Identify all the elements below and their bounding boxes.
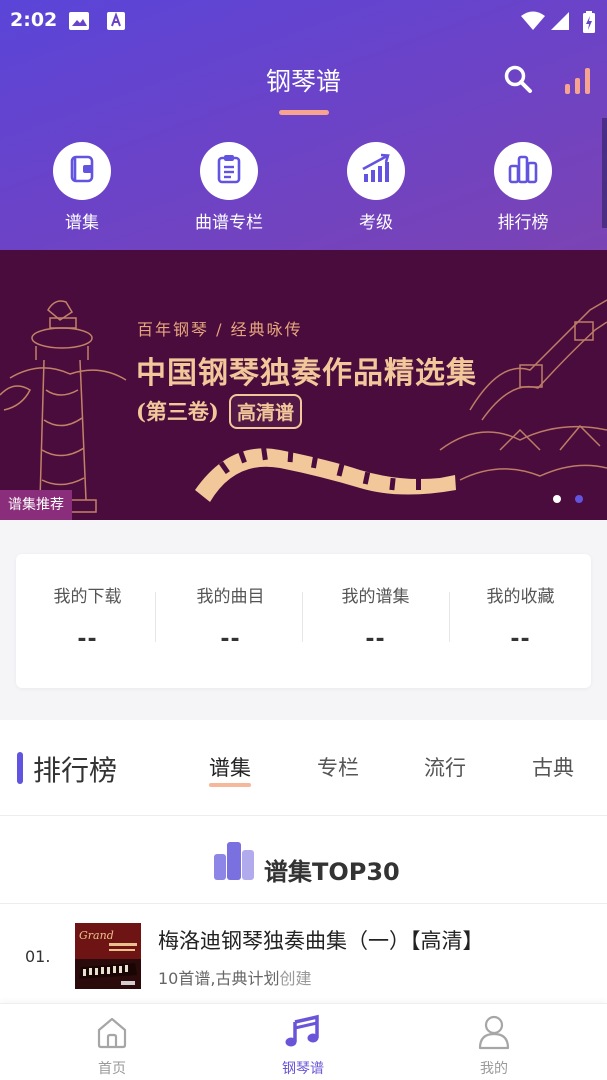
svg-text:Grand: Grand	[79, 929, 114, 942]
home-icon	[92, 1012, 132, 1052]
stat-downloads[interactable]: 我的下载 --	[16, 554, 159, 688]
stat-label: 我的下载	[53, 587, 122, 607]
battery-icon	[582, 11, 596, 37]
notebook-icon	[66, 153, 98, 189]
collection-meta-text: 10首谱,古典计划	[158, 969, 280, 988]
font-notification-icon	[106, 11, 126, 35]
quick-nav-label: 排行榜	[497, 213, 549, 233]
stat-divider	[155, 592, 156, 642]
quick-nav-score-column[interactable]: 曲谱专栏	[159, 142, 299, 233]
carousel-dot-active[interactable]	[575, 495, 583, 503]
app-root: 2:02 钢琴谱 谱集 曲谱专栏 考级 排行榜 百年钢琴 / 经典咏传 中国钢琴…	[0, 0, 607, 1080]
quick-nav-ranking[interactable]: 排行榜	[453, 142, 593, 233]
banner-hd-badge: 高清谱	[229, 394, 303, 429]
promo-banner[interactable]: 百年钢琴 / 经典咏传 中国钢琴独奏作品精选集 (第三卷) 高清谱 谱集推荐	[0, 250, 607, 520]
bottom-nav: 首页 钢琴谱 我的	[0, 1003, 607, 1080]
rank-number: 01.	[25, 947, 51, 966]
status-bar: 2:02	[0, 0, 607, 42]
section-accent-bar	[17, 752, 23, 784]
stat-label: 我的谱集	[341, 587, 410, 607]
stat-value: --	[510, 627, 531, 652]
my-stats-section: 我的下载 -- 我的曲目 -- 我的谱集 -- 我的收藏 --	[0, 520, 607, 720]
tab-pop[interactable]: 流行	[424, 752, 466, 782]
search-button[interactable]	[503, 64, 535, 96]
quick-nav-icon-circle	[53, 142, 111, 200]
collection-name: 梅洛迪钢琴独奏曲集（一）【高清】	[158, 929, 484, 953]
album-cover: Grand	[75, 923, 141, 989]
stat-value: --	[77, 627, 98, 652]
ranking-title: 排行榜	[33, 754, 118, 787]
title-underline	[279, 110, 329, 115]
rising-bars-icon	[359, 152, 393, 190]
stat-label: 我的收藏	[486, 587, 555, 607]
quick-nav-icon-circle	[347, 142, 405, 200]
collection-meta: 10首谱,古典计划创建	[158, 965, 311, 989]
nav-label: 首页	[98, 1061, 126, 1077]
list-item[interactable]: 01. Grand 梅洛迪钢琴独奏曲集（一）【高清】 10首谱,古典计划创建	[0, 905, 607, 1005]
carousel-dots	[553, 495, 593, 505]
active-tab-underline	[209, 783, 251, 787]
header: 2:02 钢琴谱 谱集 曲谱专栏 考级 排行榜	[0, 0, 607, 250]
top-list-title: 谱集TOP30	[264, 858, 400, 886]
clipboard-icon	[213, 153, 245, 189]
nav-label: 我的	[480, 1061, 508, 1077]
my-stats-card: 我的下载 -- 我的曲目 -- 我的谱集 -- 我的收藏 --	[16, 554, 591, 688]
banner-tag: 谱集推荐	[0, 490, 72, 520]
stat-favorites[interactable]: 我的收藏 --	[449, 554, 592, 688]
ranking-section: 排行榜 谱集 专栏 流行 古典 谱集TOP30 01. Grand 梅洛迪钢琴独…	[0, 720, 607, 1005]
ranking-bars-icon	[506, 152, 540, 190]
bar-chart-icon	[563, 68, 593, 100]
tab-classical[interactable]: 古典	[532, 752, 574, 782]
quick-nav-label: 谱集	[65, 213, 99, 233]
banner-subtitle: 百年钢琴 / 经典咏传	[137, 320, 303, 339]
user-icon	[474, 1012, 514, 1052]
quick-nav-label: 曲谱专栏	[195, 213, 263, 233]
music-note-icon	[283, 1012, 323, 1052]
image-notification-icon	[68, 11, 90, 35]
ranking-header: 排行榜 谱集 专栏 流行 古典	[0, 720, 607, 816]
status-time: 2:02	[10, 9, 58, 31]
nav-mine[interactable]: 我的	[414, 1012, 574, 1078]
nav-piano-scores[interactable]: 钢琴谱	[223, 1012, 383, 1078]
nav-home[interactable]: 首页	[32, 1012, 192, 1078]
chart-button[interactable]	[563, 66, 593, 96]
quick-nav-label: 考级	[359, 213, 393, 233]
collection-meta-suffix: 创建	[279, 969, 312, 988]
wifi-icon	[520, 11, 546, 35]
quick-nav: 谱集 曲谱专栏 考级 排行榜	[0, 142, 607, 237]
quick-nav-score-collection[interactable]: 谱集	[12, 142, 152, 233]
stat-label: 我的曲目	[196, 587, 265, 607]
stat-divider	[302, 592, 303, 642]
quick-nav-grade-exam[interactable]: 考级	[306, 142, 446, 233]
stat-value: --	[365, 627, 386, 652]
tab-score-collection[interactable]: 谱集	[209, 752, 251, 782]
banner-title: 中国钢琴独奏作品精选集	[136, 356, 477, 391]
nav-label: 钢琴谱	[282, 1061, 324, 1077]
tab-column[interactable]: 专栏	[317, 752, 359, 782]
quick-nav-icon-circle	[494, 142, 552, 200]
stat-collections[interactable]: 我的谱集 --	[304, 554, 447, 688]
banner-volume: (第三卷)	[136, 399, 219, 424]
cellular-signal-icon	[550, 11, 570, 35]
stat-tracks[interactable]: 我的曲目 --	[159, 554, 302, 688]
title-row: 钢琴谱	[0, 58, 607, 115]
ranking-bars-icon	[212, 840, 256, 886]
piano-keys-wave	[195, 447, 456, 502]
stat-value: --	[220, 627, 241, 652]
search-icon	[503, 65, 533, 98]
carousel-dot[interactable]	[553, 495, 561, 503]
quick-nav-icon-circle	[200, 142, 258, 200]
